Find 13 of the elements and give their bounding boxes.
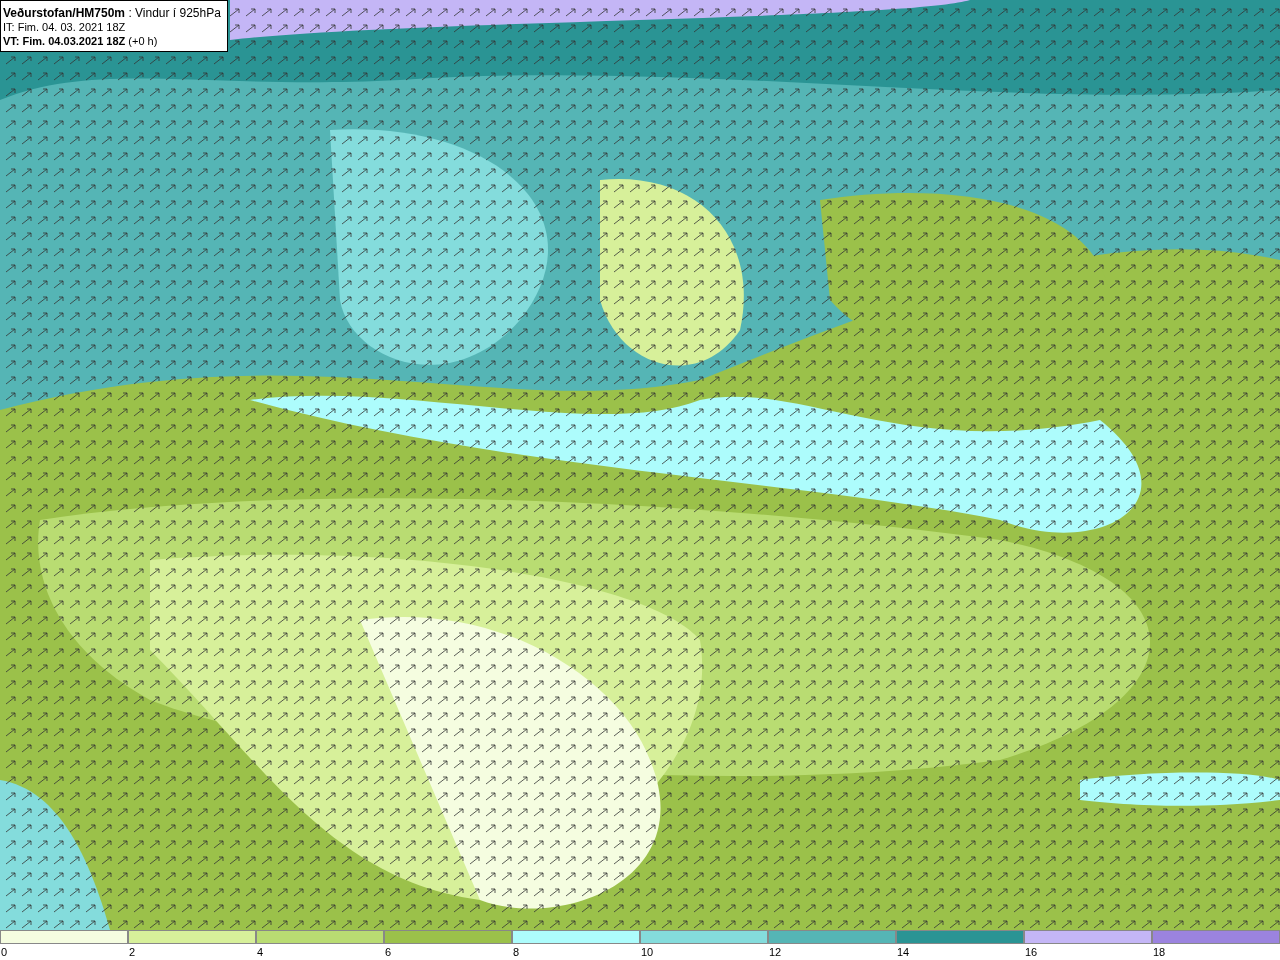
- map-title-text: VT: Fim. 04.03.2021 18Z (+0 h): [3, 34, 159, 48]
- map-title-text: IT: Fim. 04. 03. 2021 18Z: [3, 20, 127, 34]
- legend-label: 14: [897, 946, 910, 958]
- legend-label: 18: [1153, 946, 1166, 958]
- legend-label: 12: [769, 946, 782, 958]
- legend-label: 8: [513, 946, 520, 958]
- legend-label: 10: [641, 946, 654, 958]
- legend-label: 2: [129, 946, 136, 958]
- legend-label: 16: [1025, 946, 1038, 958]
- map-title-text: Veðurstofan/HM750m : Vindur í 925hPa: [3, 6, 222, 20]
- legend-label: 4: [257, 946, 264, 958]
- legend-label: 0: [1, 946, 8, 958]
- legend-label: 6: [385, 946, 392, 958]
